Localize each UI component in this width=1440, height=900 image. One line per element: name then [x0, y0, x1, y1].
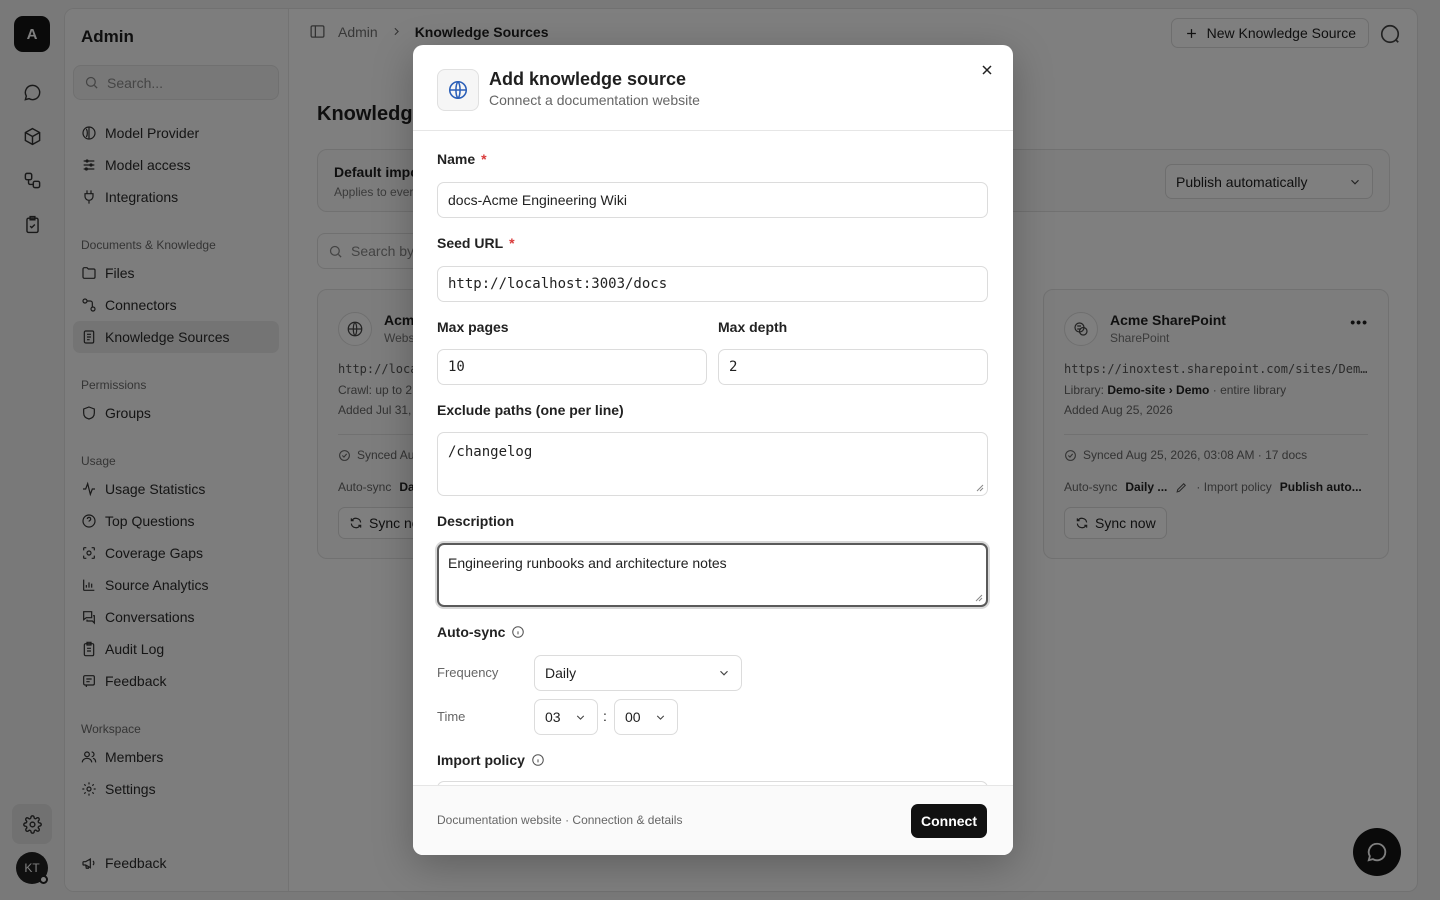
hour-select[interactable]: 03: [534, 699, 598, 735]
close-icon[interactable]: [979, 62, 995, 78]
max-pages-label: Max pages: [437, 319, 509, 335]
dialog-header: Add knowledge source Connect a documenta…: [413, 45, 1013, 131]
max-pages-field[interactable]: 10: [437, 349, 707, 385]
max-depth-label: Max depth: [718, 319, 788, 335]
dialog-title: Add knowledge source: [489, 69, 687, 89]
time-separator: :: [603, 708, 607, 724]
description-label: Description: [437, 513, 515, 529]
import-policy-label: Import policy: [437, 752, 545, 768]
description-textarea[interactable]: Engineering runbooks and architecture no…: [437, 543, 988, 607]
name-field[interactable]: docs-Acme Engineering Wiki: [437, 182, 988, 218]
footer-step-text: Documentation website · Connection & det…: [437, 813, 683, 827]
resize-handle-icon[interactable]: [976, 484, 984, 492]
autosync-label: Auto-sync: [437, 624, 525, 640]
info-icon[interactable]: [511, 625, 525, 639]
time-label: Time: [437, 709, 466, 724]
globe-icon: [437, 69, 479, 111]
resize-handle-icon[interactable]: [975, 594, 983, 602]
max-depth-field[interactable]: 2: [718, 349, 988, 385]
name-label: Name *: [437, 151, 487, 167]
frequency-label: Frequency: [437, 665, 499, 680]
seed-url-label: Seed URL *: [437, 235, 515, 251]
exclude-paths-textarea[interactable]: /changelog: [437, 432, 988, 496]
chevron-down-icon: [576, 714, 585, 720]
dialog-footer: Documentation website · Connection & det…: [413, 785, 1013, 855]
dialog-subtitle: Connect a documentation website: [489, 92, 700, 108]
add-knowledge-source-dialog: Add knowledge source Connect a documenta…: [413, 45, 1013, 855]
info-icon[interactable]: [531, 753, 545, 767]
minute-select[interactable]: 00: [614, 699, 678, 735]
exclude-paths-label: Exclude paths (one per line): [437, 402, 624, 418]
connect-button[interactable]: Connect: [911, 804, 987, 838]
frequency-select[interactable]: Daily: [534, 655, 742, 691]
dialog-body: Name * docs-Acme Engineering Wiki Seed UR…: [413, 131, 1013, 785]
seed-url-field[interactable]: http://localhost:3003/docs: [437, 266, 988, 302]
chevron-down-icon: [656, 714, 665, 720]
chevron-down-icon: [720, 670, 728, 676]
